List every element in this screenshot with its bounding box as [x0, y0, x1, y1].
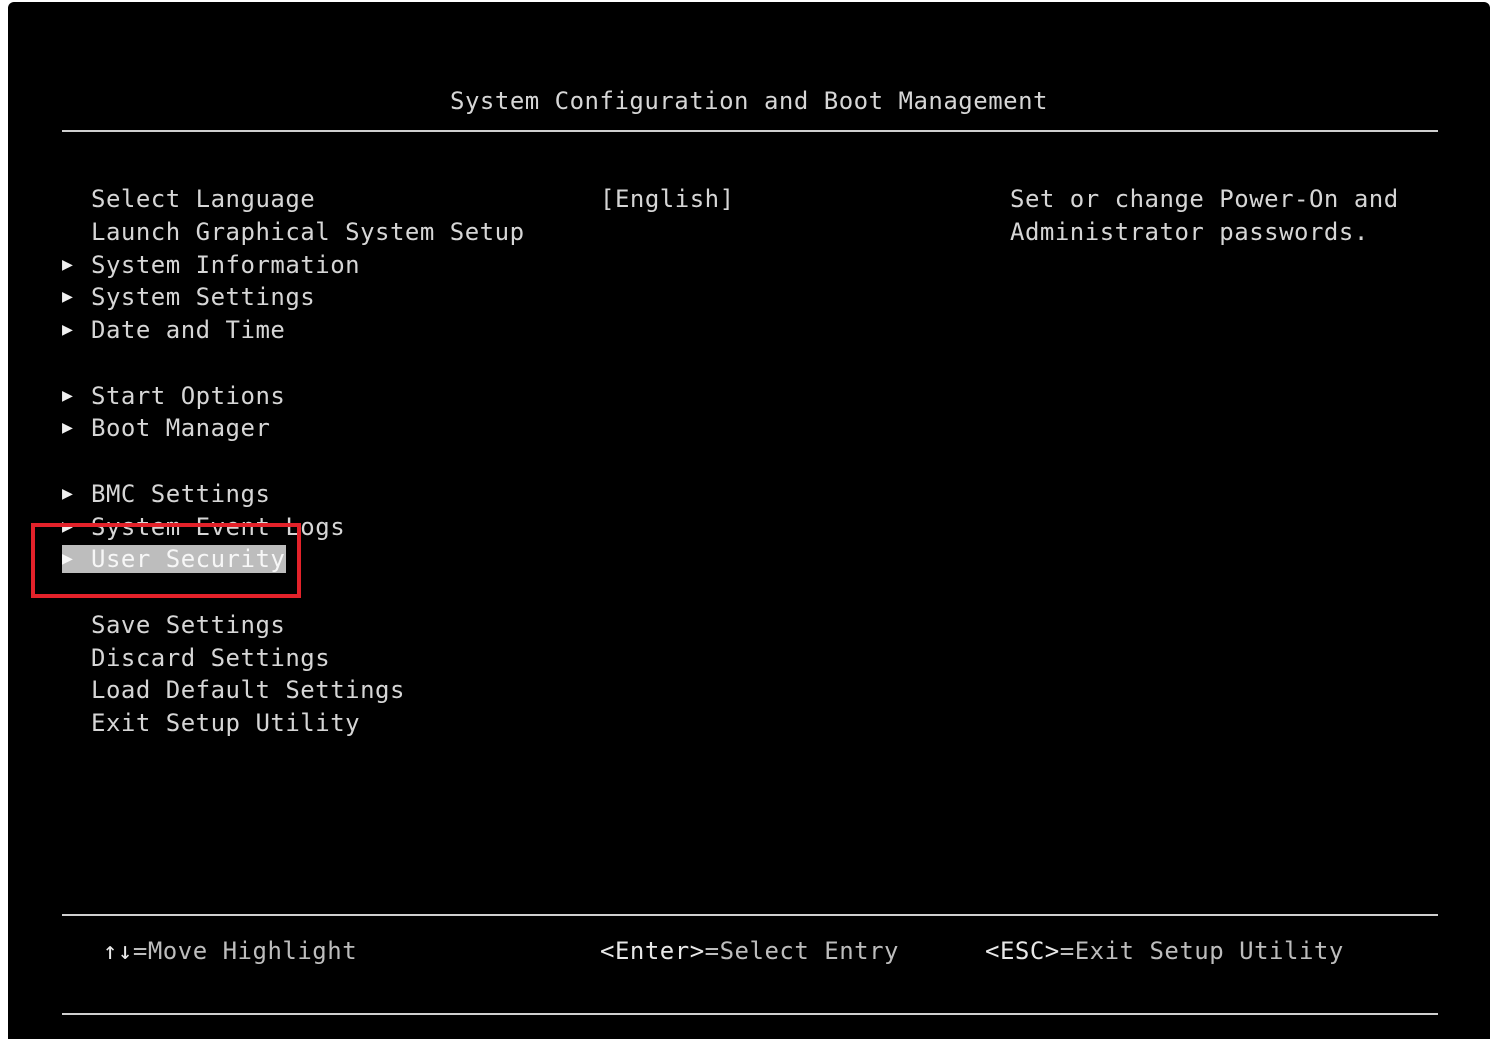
- submenu-arrow-icon: ▶: [62, 319, 74, 340]
- help-line: Set or change Power-On and: [1010, 185, 1399, 213]
- menu-item-label: Select Language: [91, 185, 316, 213]
- submenu-arrow-icon: ▶: [62, 482, 74, 504]
- bios-window: System Configuration and Boot Management…: [8, 2, 1490, 1039]
- highlight-annotation-box: [31, 523, 301, 598]
- footer-move-hint: ↑↓=Move Highlight: [103, 936, 357, 966]
- footer-key-label: <ESC>: [985, 937, 1060, 965]
- footer-hint-text: =Exit Setup Utility: [1059, 937, 1344, 965]
- menu-item-label: System Settings: [91, 283, 316, 312]
- menu-item-label: System Information: [91, 250, 361, 279]
- menu-item-label: Start Options: [91, 381, 286, 410]
- footer-key-label: <Enter>: [600, 937, 705, 965]
- language-value[interactable]: [English]: [600, 183, 735, 215]
- menu-item-load-default-settings[interactable]: Load Default Settings: [62, 674, 526, 707]
- menu-item-start-options[interactable]: ▶ Start Options: [62, 380, 526, 413]
- menu-item-label: Exit Setup Utility: [91, 709, 361, 737]
- menu-item-label: Boot Manager: [91, 414, 271, 443]
- menu-item-label: Save Settings: [91, 610, 286, 639]
- menu-spacer: [62, 445, 526, 478]
- footer-select-hint: <Enter>=Select Entry: [600, 936, 899, 966]
- menu-item-label: Launch Graphical System Setup: [91, 217, 525, 246]
- menu-item-date-and-time[interactable]: ▶ Date and Time: [62, 314, 526, 347]
- header-divider: [62, 130, 1438, 132]
- bottom-divider: [62, 1013, 1438, 1015]
- page-title: System Configuration and Boot Management: [450, 87, 1048, 115]
- menu-item-system-information[interactable]: ▶ System Information: [62, 249, 526, 282]
- menu-item-launch-graphical-setup[interactable]: Launch Graphical System Setup: [62, 216, 526, 249]
- menu-item-system-settings[interactable]: ▶ System Settings: [62, 281, 526, 314]
- up-down-arrows-icon: ↑↓: [103, 937, 133, 965]
- submenu-arrow-icon: ▶: [62, 384, 74, 406]
- bios-screen: System Configuration and Boot Management…: [8, 2, 1490, 1039]
- submenu-arrow-icon: ▶: [62, 253, 74, 275]
- menu-item-bmc-settings[interactable]: ▶ BMC Settings: [62, 478, 526, 511]
- footer-hint-text: =Move Highlight: [132, 937, 358, 965]
- help-text: Set or change Power-On and Administrator…: [1010, 183, 1440, 249]
- menu-item-exit-setup-utility[interactable]: Exit Setup Utility: [62, 707, 526, 740]
- menu-item-label: Date and Time: [91, 316, 286, 344]
- help-line: Administrator passwords.: [1010, 217, 1369, 246]
- footer-exit-hint: <ESC>=Exit Setup Utility: [985, 936, 1344, 966]
- menu-spacer: [62, 347, 526, 380]
- menu-item-boot-manager[interactable]: ▶ Boot Manager: [62, 412, 526, 445]
- menu-item-select-language[interactable]: Select Language: [62, 183, 526, 216]
- main-menu: Select Language Launch Graphical System …: [62, 183, 526, 740]
- menu-item-discard-settings[interactable]: Discard Settings: [62, 642, 526, 675]
- footer-hint-text: =Select Entry: [704, 937, 899, 965]
- menu-item-label: Discard Settings: [91, 643, 331, 672]
- submenu-arrow-icon: ▶: [62, 286, 74, 308]
- menu-item-save-settings[interactable]: Save Settings: [62, 609, 526, 642]
- menu-item-label: BMC Settings: [91, 479, 271, 508]
- menu-item-label: Load Default Settings: [91, 676, 405, 705]
- footer-divider: [62, 914, 1438, 916]
- submenu-arrow-icon: ▶: [62, 417, 74, 439]
